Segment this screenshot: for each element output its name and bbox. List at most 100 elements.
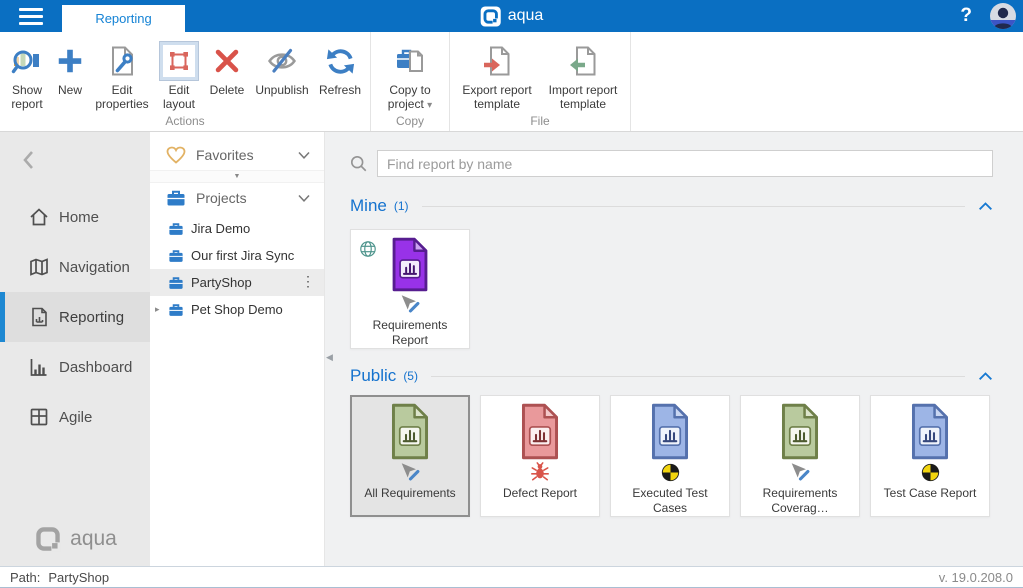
grid-icon [28, 406, 50, 428]
project-name: Pet Shop Demo [191, 302, 283, 317]
sidebar-item-reporting[interactable]: Reporting [0, 292, 150, 342]
briefcase-icon [166, 189, 186, 207]
refresh-button[interactable]: Refresh [314, 39, 366, 97]
app-brand: aqua [480, 0, 544, 32]
report-card-all-requirements[interactable]: All Requirements [350, 395, 470, 517]
report-card-requirements-report[interactable]: Requirements Report [350, 229, 470, 349]
project-name: Jira Demo [191, 221, 250, 236]
left-sidebar: Home Navigation Reporting [0, 132, 150, 566]
sidebar-item-navigation[interactable]: Navigation [0, 242, 150, 292]
edit-layout-button[interactable]: Edit layout [154, 39, 204, 111]
report-doc-icon [387, 237, 433, 292]
project-name: PartyShop [191, 275, 252, 290]
project-list: Jira Demo Our first Jira Sync [150, 215, 324, 323]
delete-button[interactable]: Delete [204, 39, 250, 97]
report-card-defect-report[interactable]: Defect Report [480, 395, 600, 517]
report-card-label: Test Case Report [881, 486, 980, 501]
delete-label: Delete [210, 83, 245, 97]
briefcase-icon [168, 222, 184, 236]
user-avatar[interactable] [990, 3, 1016, 29]
export-report-template-button[interactable]: Export report template [454, 39, 540, 111]
search-input[interactable] [377, 150, 993, 177]
path-value: PartyShop [48, 570, 109, 585]
new-button[interactable]: New [50, 39, 90, 97]
report-card-test-case-report[interactable]: Test Case Report [870, 395, 990, 517]
project-row-partyshop[interactable]: PartyShop ⋮ [150, 269, 324, 296]
favorites-header[interactable]: Favorites [150, 140, 324, 170]
kebab-menu-icon[interactable]: ⋮ [301, 273, 315, 290]
section-mine-title: Mine [350, 196, 387, 216]
project-row-jira-demo[interactable]: Jira Demo [150, 215, 324, 242]
tree-expander-icon[interactable]: ▸ [155, 304, 160, 315]
tree-splitter-handle[interactable]: ▼ [150, 170, 324, 183]
briefcase-icon [168, 276, 184, 290]
sidebar-item-reporting-label: Reporting [59, 309, 124, 326]
unpublish-label: Unpublish [255, 83, 308, 97]
report-doc-icon [777, 403, 823, 460]
refresh-label: Refresh [319, 83, 361, 97]
briefcase-icon [168, 249, 184, 263]
project-row-our-first-jira-sync[interactable]: Our first Jira Sync [150, 242, 324, 269]
section-header-public: Public (5) [350, 365, 993, 387]
chevron-down-icon[interactable] [297, 150, 311, 160]
ribbon: Show report New Edit properties [0, 32, 1023, 132]
app-title: aqua [508, 7, 544, 25]
search-row [350, 150, 993, 177]
sidebar-item-home[interactable]: Home [0, 192, 150, 242]
chevron-down-icon[interactable] [297, 193, 311, 203]
edit-cursor-icon [398, 461, 422, 483]
show-report-button[interactable]: Show report [4, 39, 50, 111]
topbar-actions: ? [960, 3, 1023, 29]
copy-to-project-icon [394, 45, 426, 77]
sidebar-item-agile[interactable]: Agile [0, 392, 150, 442]
projects-label: Projects [196, 190, 287, 206]
unpublish-button[interactable]: Unpublish [250, 39, 314, 97]
report-card-label: Requirements Coverag… [741, 486, 859, 516]
menu-button[interactable] [0, 0, 62, 32]
copy-to-project-label: Copy to project [388, 83, 431, 111]
section-divider [431, 376, 965, 377]
path-label: Path: [10, 570, 40, 585]
test-case-icon [661, 461, 680, 483]
report-card-requirements-coverage[interactable]: Requirements Coverag… [740, 395, 860, 517]
reports-content: ◀ Mine (1) [325, 132, 1023, 566]
import-report-template-button[interactable]: Import report template [540, 39, 626, 111]
chevron-left-icon [20, 148, 38, 172]
edit-properties-button[interactable]: Edit properties [90, 39, 154, 111]
hamburger-icon [19, 8, 43, 11]
show-report-icon [11, 45, 43, 77]
section-mine-count: (1) [394, 199, 409, 213]
section-collapse-button[interactable] [978, 371, 993, 381]
dropdown-arrow-icon: ▾ [427, 100, 432, 111]
report-card-label: Defect Report [500, 486, 580, 501]
section-public-count: (5) [403, 369, 418, 383]
projects-header[interactable]: Projects [150, 183, 324, 213]
tab-reporting[interactable]: Reporting [62, 5, 185, 32]
app-version: v. 19.0.208.0 [939, 570, 1013, 585]
show-report-label: Show report [6, 83, 48, 111]
sidebar-item-dashboard-label: Dashboard [59, 359, 132, 376]
sidebar-collapse-button[interactable] [20, 148, 38, 177]
tree-panel-collapse-handle[interactable]: ◀ [326, 352, 333, 363]
export-report-icon [481, 45, 513, 77]
sidebar-item-dashboard[interactable]: Dashboard [0, 342, 150, 392]
edit-cursor-icon [788, 461, 812, 483]
export-report-label: Export report template [456, 83, 538, 111]
report-card-executed-test-cases[interactable]: Executed Test Cases [610, 395, 730, 517]
project-row-pet-shop-demo[interactable]: ▸ Pet Shop Demo [150, 296, 324, 323]
map-icon [28, 256, 50, 278]
ribbon-group-file-label: File [450, 114, 630, 128]
sidebar-nav: Home Navigation Reporting [0, 192, 150, 442]
shared-globe-icon [359, 240, 377, 258]
report-card-label: Executed Test Cases [611, 486, 729, 516]
copy-to-project-button[interactable]: Copy to project ▾ [375, 39, 445, 113]
section-collapse-button[interactable] [978, 201, 993, 211]
unpublish-icon [265, 45, 299, 77]
sidebar-item-navigation-label: Navigation [59, 259, 130, 276]
help-button[interactable]: ? [960, 5, 972, 27]
ribbon-group-copy: Copy to project ▾ Copy [371, 32, 450, 131]
project-tree-panel: Favorites ▼ Projects [150, 132, 325, 566]
edit-properties-icon [106, 45, 138, 77]
app-window: Reporting aqua ? [0, 0, 1023, 588]
chevron-up-icon [978, 201, 993, 211]
